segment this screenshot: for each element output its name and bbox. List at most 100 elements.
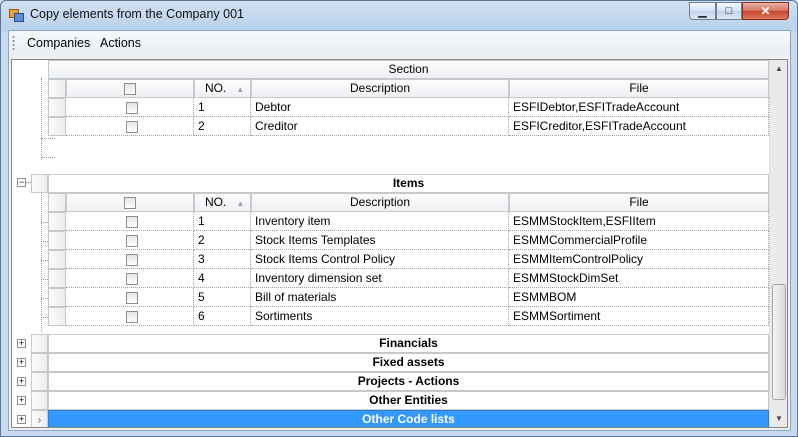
scroll-down-icon[interactable]: ▼: [771, 410, 787, 427]
row-checkbox[interactable]: [125, 120, 138, 133]
scroll-up-icon[interactable]: ▲: [771, 60, 787, 77]
client-area: Companies Actions Section NO. ▲ Descripti…: [8, 30, 791, 431]
row-checkbox[interactable]: [125, 234, 138, 247]
tree-line: [41, 241, 48, 242]
title-bar[interactable]: Copy elements from the Company 001 ▁ □ ✕: [1, 1, 797, 29]
row-description: Inventory item: [251, 212, 509, 231]
row-file: ESMMStockItem,ESFIItem: [509, 212, 769, 231]
group-row[interactable]: Other Entities: [48, 391, 769, 410]
row-header[interactable]: [31, 391, 48, 410]
row-file: ESFICreditor,ESFITradeAccount: [509, 117, 769, 136]
row-checkbox-cell[interactable]: [66, 212, 194, 231]
row-file: ESMMItemControlPolicy: [509, 250, 769, 269]
expand-icon[interactable]: +: [17, 396, 26, 405]
no-column-header[interactable]: NO. ▲: [194, 193, 251, 212]
row-no: 4: [194, 269, 251, 288]
tree-line: [41, 317, 48, 318]
tree-line: [41, 193, 42, 332]
row-checkbox-cell[interactable]: [66, 231, 194, 250]
row-header[interactable]: [48, 98, 66, 117]
row-description: Bill of materials: [251, 288, 509, 307]
row-no: 5: [194, 288, 251, 307]
row-header[interactable]: [48, 231, 66, 250]
expand-icon[interactable]: +: [17, 339, 26, 348]
minimize-button[interactable]: ▁: [689, 2, 716, 20]
row-header[interactable]: [31, 353, 48, 372]
select-all-header[interactable]: [66, 79, 194, 98]
row-checkbox-cell[interactable]: [66, 269, 194, 288]
row-header[interactable]: [31, 372, 48, 391]
tree-line: [41, 157, 55, 158]
row-no: 2: [194, 117, 251, 136]
row-no: 1: [194, 98, 251, 117]
row-header[interactable]: [31, 334, 48, 353]
group-row[interactable]: Projects - Actions: [48, 372, 769, 391]
tree-line: [41, 279, 48, 280]
row-description: Inventory dimension set: [251, 269, 509, 288]
elements-grid[interactable]: Section NO. ▲ Description File 1 Debtor E…: [11, 59, 788, 428]
window-title: Copy elements from the Company 001: [30, 7, 244, 21]
group-row[interactable]: Fixed assets: [48, 353, 769, 372]
menu-actions[interactable]: Actions: [100, 36, 141, 50]
menu-bar: Companies Actions: [9, 31, 790, 55]
app-window: Copy elements from the Company 001 ▁ □ ✕…: [0, 0, 798, 437]
row-checkbox-cell[interactable]: [66, 117, 194, 136]
file-column-header[interactable]: File: [509, 193, 769, 212]
row-checkbox-cell[interactable]: [66, 288, 194, 307]
select-all-checkbox[interactable]: [124, 82, 136, 95]
row-header[interactable]: [48, 269, 66, 288]
group-row[interactable]: Financials: [48, 334, 769, 353]
select-all-header[interactable]: [66, 193, 194, 212]
row-checkbox[interactable]: [125, 310, 138, 323]
row-checkbox-cell[interactable]: [66, 250, 194, 269]
row-header[interactable]: [48, 307, 66, 326]
tree-line: [41, 260, 48, 261]
row-checkbox[interactable]: [125, 215, 138, 228]
row-description: Stock Items Templates: [251, 231, 509, 250]
group-items[interactable]: Items: [48, 174, 769, 193]
section-header[interactable]: Section: [48, 60, 769, 79]
row-header[interactable]: [48, 212, 66, 231]
row-no: 3: [194, 250, 251, 269]
row-header: [48, 193, 66, 212]
menu-companies[interactable]: Companies: [27, 36, 90, 50]
sort-ascending-icon: ▲: [236, 85, 245, 94]
no-column-header[interactable]: NO. ▲: [194, 79, 251, 98]
scroll-thumb[interactable]: [772, 284, 786, 400]
sort-ascending-icon: ▲: [236, 199, 245, 208]
close-button[interactable]: ✕: [742, 2, 789, 20]
menu-grip-icon: [12, 35, 15, 51]
tree-line: [41, 138, 55, 139]
file-column-header[interactable]: File: [509, 79, 769, 98]
select-all-checkbox[interactable]: [124, 196, 136, 209]
collapse-icon[interactable]: −: [17, 178, 26, 187]
vertical-scrollbar[interactable]: ▲ ▼: [769, 60, 787, 427]
row-header[interactable]: [48, 288, 66, 307]
expand-icon[interactable]: +: [17, 377, 26, 386]
maximize-button[interactable]: □: [716, 2, 742, 20]
description-column-header[interactable]: Description: [251, 193, 509, 212]
row-header[interactable]: [31, 174, 48, 193]
row-checkbox[interactable]: [125, 253, 138, 266]
description-column-header[interactable]: Description: [251, 79, 509, 98]
row-header[interactable]: [48, 250, 66, 269]
row-header[interactable]: ›: [31, 410, 48, 427]
row-description: Stock Items Control Policy: [251, 250, 509, 269]
row-checkbox-cell[interactable]: [66, 98, 194, 117]
row-checkbox-cell[interactable]: [66, 307, 194, 326]
row-checkbox[interactable]: [125, 291, 138, 304]
expand-icon[interactable]: +: [17, 358, 26, 367]
expand-icon[interactable]: +: [17, 415, 26, 424]
row-file: ESMMStockDimSet: [509, 269, 769, 288]
tree-line: [41, 222, 48, 223]
row-file: ESMMSortiment: [509, 307, 769, 326]
row-description: Sortiments: [251, 307, 509, 326]
row-checkbox[interactable]: [125, 272, 138, 285]
group-row[interactable]: Other Code lists: [48, 410, 769, 427]
app-icon: [9, 9, 24, 22]
row-header: [48, 79, 66, 98]
row-description: Creditor: [251, 117, 509, 136]
row-header[interactable]: [48, 117, 66, 136]
row-checkbox[interactable]: [125, 101, 138, 114]
row-no: 2: [194, 231, 251, 250]
